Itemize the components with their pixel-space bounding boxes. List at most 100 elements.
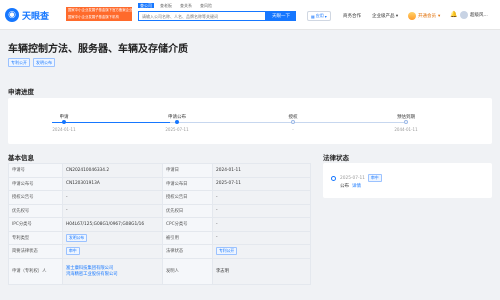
slogan-line2: 国家中小企业发展子基金旗下机构 (68, 15, 119, 19)
vip-button[interactable]: 开通会员 ▾ (408, 11, 440, 21)
legal-status-cell: 专利公开 (212, 244, 311, 259)
search-tabs: 查公司 查老板 查关系 查风险 (138, 3, 214, 8)
cited-by: - (212, 230, 311, 245)
user-menu[interactable]: 超级风... (460, 11, 488, 19)
legal-event-row: 公布 详情 (340, 183, 361, 189)
application-number: CN202410046334.2 (62, 163, 163, 178)
vip-label: 开通会员 (418, 14, 436, 19)
field-label: 授权公告号 (8, 190, 63, 205)
application-date: 2024-01-11 (212, 163, 311, 178)
field-label: IPC分类号 (8, 217, 63, 232)
nav-enterprise-products[interactable]: 企业级产品 ▾ (372, 13, 398, 19)
field-label: 简要法律状态 (8, 244, 63, 259)
search-input[interactable] (139, 12, 265, 20)
legal-date-row: 2025-07-11 审中 (340, 174, 382, 182)
step-date-apply: 2024-01-11 (52, 127, 76, 132)
step-date-expiry: 2044-01-11 (394, 127, 418, 132)
table-row: 申请（专利权）人 富士康科技集团有限公司 鸿海精密工业股份有限公司 发明人 李志… (8, 257, 311, 285)
table-row: 专利类型 发明公布 被引用 - (8, 230, 311, 245)
step-node-grant (291, 120, 295, 124)
priority-number: - (62, 203, 163, 218)
ipc-classification: H04L67/125;G08G1/0967;G08G1/16 (62, 217, 163, 232)
search-tab-relation[interactable]: 查关系 (178, 3, 194, 8)
legal-detail-link[interactable]: 详情 (352, 183, 361, 189)
applicants-cell: 富士康科技集团有限公司 鸿海精密工业股份有限公司 (62, 257, 163, 285)
priority-date: - (212, 203, 311, 218)
search-tab-risk[interactable]: 查风险 (198, 3, 214, 8)
search-box (138, 11, 266, 21)
applicant-link[interactable]: 鸿海精密工业股份有限公司 (66, 271, 159, 277)
logo-text: 天眼查 (22, 11, 50, 22)
grid-icon: ▦ (311, 13, 315, 19)
field-label: 专利类型 (8, 230, 63, 245)
chevron-down-icon: ▾ (394, 14, 399, 19)
title-tags: 专利公开 发明公布 (8, 58, 55, 67)
legal-event: 公布 (340, 184, 349, 189)
patent-title: 车辆控制方法、服务器、车辆及存储介质 (8, 44, 188, 55)
field-label: 申请（专利权）人 (8, 257, 63, 285)
logo[interactable]: ◉ 天眼查 (5, 8, 49, 22)
step-label-grant: 授权 (288, 115, 298, 120)
table-row: 授权公告号 - 授权公告日 - (8, 190, 311, 205)
search-tab-boss[interactable]: 查老板 (158, 3, 174, 8)
table-row: IPC分类号 H04L67/125;G08G1/0967;G08G1/16 CP… (8, 217, 311, 232)
field-label: 被引用 (162, 230, 213, 245)
field-label: 优先权号 (8, 203, 63, 218)
cpc-classification: - (212, 217, 311, 232)
field-label: 申请日 (162, 163, 213, 178)
field-label: 授权公告日 (162, 190, 213, 205)
field-label: 申请公布号 (8, 176, 63, 191)
chevron-down-icon: ▾ (324, 13, 327, 19)
chevron-down-icon: ▾ (438, 13, 441, 19)
avatar (460, 11, 468, 19)
search-button[interactable]: 天眼一下 (266, 11, 296, 21)
step-node-apply (62, 120, 66, 124)
basic-info-table: 申请号 CN202410046334.2 申请日 2024-01-11 申请公布… (8, 163, 311, 285)
legal-status-tag: 专利公开 (216, 247, 238, 256)
legal-timeline-dot (331, 176, 336, 181)
vip-crown-icon (408, 12, 416, 20)
slogan-banner: 国家中小企业发展子基金旗下官方备案企业征信机构 国家中小企业发展子基金旗下机构 (66, 7, 132, 21)
table-row: 简要法律状态 审中 法律状态 专利公开 (8, 244, 311, 259)
nav-business[interactable]: 商务合作 (343, 13, 361, 19)
brief-legal-status-tag: 审中 (66, 247, 80, 256)
slogan-line1: 国家中小企业发展子基金旗下官方备案企业征信机构 (68, 8, 132, 12)
step-label-publication: 申请公布 (168, 115, 186, 120)
field-label: 法律状态 (162, 244, 213, 259)
table-row: 申请号 CN202410046334.2 申请日 2024-01-11 (8, 163, 311, 178)
timeline-progress (52, 122, 170, 123)
step-date-publication: 2025-07-11 (165, 127, 189, 132)
tag-invention-publication: 发明公布 (33, 58, 55, 67)
bell-icon[interactable]: 🔔 (450, 11, 457, 18)
legal-date: 2025-07-11 (340, 175, 365, 181)
app-button[interactable]: ▦ 应用 ▾ (307, 11, 331, 21)
table-row: 优先权号 - 优先权日 - (8, 203, 311, 218)
field-label: 发明人 (162, 257, 213, 285)
field-label: CPC分类号 (162, 217, 213, 232)
basic-info-section-title: 基本信息 (8, 154, 34, 162)
legal-status-tag: 审中 (367, 174, 382, 182)
top-bar: ◉ 天眼查 国家中小企业发展子基金旗下官方备案企业征信机构 国家中小企业发展子基… (0, 0, 500, 30)
nav-enterprise-label: 企业级产品 (372, 14, 395, 19)
logo-eye-icon: ◉ (5, 8, 19, 22)
grant-date: - (212, 190, 311, 205)
inventor-link[interactable]: 李志明 (212, 257, 311, 285)
step-node-publication (175, 120, 179, 124)
publication-number: CN120301913A (62, 176, 163, 191)
search-tab-company[interactable]: 查公司 (138, 3, 154, 8)
tag-patent-public: 专利公开 (8, 58, 30, 67)
grant-number: - (62, 190, 163, 205)
patent-type-tag: 发明公布 (66, 233, 88, 242)
step-label-expiry: 预估到期 (397, 115, 415, 120)
table-row: 申请公布号 CN120301913A 申请公布日 2025-07-11 (8, 176, 311, 191)
step-node-expiry (404, 120, 408, 124)
user-name: 超级风... (470, 13, 488, 18)
patent-type-cell: 发明公布 (62, 230, 163, 245)
field-label: 优先权日 (162, 203, 213, 218)
brief-legal-status-cell: 审中 (62, 244, 163, 259)
progress-panel (8, 98, 492, 144)
legal-section-title: 法律状态 (323, 154, 349, 162)
field-label: 申请公布日 (162, 176, 213, 191)
progress-section-title: 申请进度 (8, 88, 34, 96)
field-label: 申请号 (8, 163, 63, 178)
